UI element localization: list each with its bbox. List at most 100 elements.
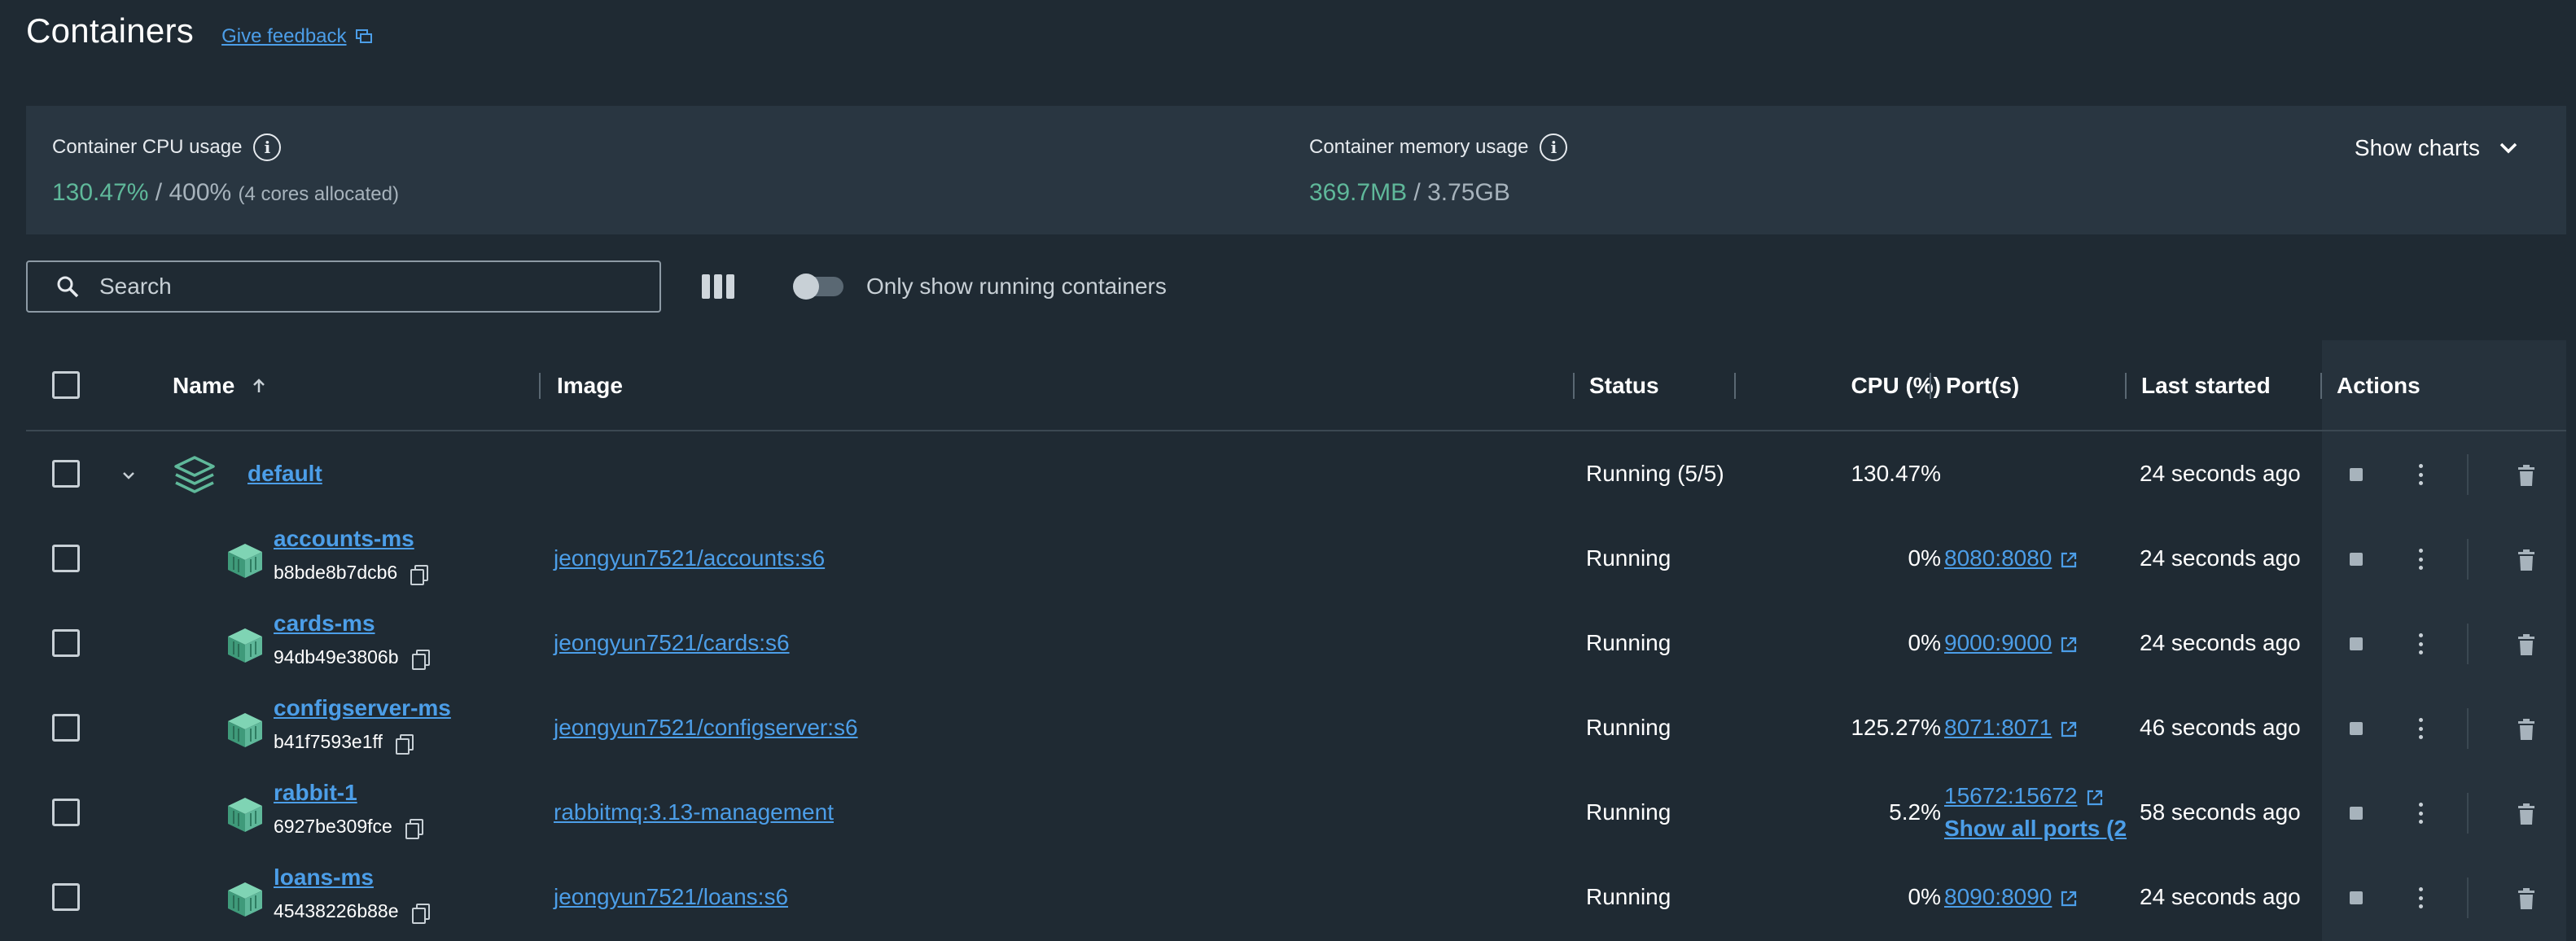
external-link-icon <box>2061 552 2077 567</box>
image-link[interactable]: jeongyun7521/configserver:s6 <box>554 715 858 741</box>
show-all-ports-link[interactable]: Show all ports (2 <box>1944 816 2148 842</box>
column-header-ports[interactable]: Port(s) <box>1946 340 2019 431</box>
memory-usage-stat: Container memory usage i 369.7MB / 3.75G… <box>1309 133 1568 207</box>
container-row[interactable]: rabbit-1 6927be309fce rabbitmq:3.13-mana… <box>26 770 2566 855</box>
running-only-label: Only show running containers <box>866 274 1167 299</box>
external-link-icon <box>2061 891 2077 906</box>
delete-icon[interactable] <box>2517 719 2535 740</box>
container-name-link[interactable]: accounts-ms <box>274 526 414 552</box>
port-link[interactable]: 8071:8071 <box>1944 715 2052 740</box>
container-cube-icon <box>228 628 262 663</box>
column-divider[interactable] <box>2125 373 2127 399</box>
container-status: Running <box>1586 884 1671 909</box>
delete-icon[interactable] <box>2517 888 2535 909</box>
column-header-cpu[interactable]: CPU (%) <box>1736 340 1941 431</box>
copy-icon[interactable] <box>411 649 430 670</box>
port-link[interactable]: 8080:8080 <box>1944 545 2052 571</box>
show-charts-button[interactable]: Show charts <box>2355 135 2521 161</box>
more-options-icon[interactable] <box>2419 549 2424 570</box>
row-checkbox[interactable] <box>52 799 80 826</box>
memory-usage-label: Container memory usage <box>1309 136 1529 158</box>
stop-icon[interactable] <box>2350 468 2363 481</box>
container-row[interactable]: accounts-ms b8bde8b7dcb6 jeongyun7521/ac… <box>26 516 2566 601</box>
port-link[interactable]: 15672:15672 <box>1944 783 2078 808</box>
image-link[interactable]: jeongyun7521/accounts:s6 <box>554 545 825 571</box>
stop-icon[interactable] <box>2350 891 2363 904</box>
row-checkbox[interactable] <box>52 883 80 911</box>
cpu-usage-current: 130.47% <box>52 179 149 206</box>
memory-info-icon[interactable]: i <box>1540 133 1568 161</box>
delete-icon[interactable] <box>2517 465 2535 486</box>
row-checkbox[interactable] <box>52 545 80 572</box>
more-options-icon[interactable] <box>2419 887 2424 908</box>
delete-icon[interactable] <box>2517 634 2535 655</box>
copy-icon[interactable] <box>405 818 423 839</box>
give-feedback-link[interactable]: Give feedback <box>221 25 372 48</box>
column-header-last-started[interactable]: Last started <box>2141 340 2271 431</box>
compose-group-row[interactable]: default Running (5/5) 130.47% 24 seconds… <box>26 431 2566 516</box>
more-options-icon[interactable] <box>2419 718 2424 739</box>
delete-icon[interactable] <box>2517 549 2535 571</box>
stop-icon[interactable] <box>2350 553 2363 566</box>
search-input[interactable] <box>99 274 620 300</box>
container-name-link[interactable]: rabbit-1 <box>274 780 357 806</box>
group-last-started: 24 seconds ago <box>2140 461 2301 486</box>
container-last-started: 24 seconds ago <box>2140 630 2301 655</box>
row-checkbox[interactable] <box>52 714 80 742</box>
container-cube-icon <box>228 544 262 578</box>
container-row[interactable]: loans-ms 45438226b88e jeongyun7521/loans… <box>26 855 2566 939</box>
cpu-info-icon[interactable]: i <box>253 133 282 161</box>
container-name-link[interactable]: configserver-ms <box>274 695 451 721</box>
action-divider <box>2467 708 2469 749</box>
stop-icon[interactable] <box>2350 637 2363 650</box>
running-only-toggle[interactable] <box>793 274 843 300</box>
container-row[interactable]: configserver-ms b41f7593e1ff jeongyun752… <box>26 685 2566 770</box>
image-link[interactable]: jeongyun7521/cards:s6 <box>554 630 790 656</box>
port-link[interactable]: 8090:8090 <box>1944 884 2052 909</box>
port-link[interactable]: 9000:9000 <box>1944 630 2052 655</box>
column-header-status[interactable]: Status <box>1589 340 1659 431</box>
container-cpu: 0% <box>1908 545 1941 571</box>
column-divider[interactable] <box>539 373 541 399</box>
copy-icon[interactable] <box>395 733 414 755</box>
copy-icon[interactable] <box>411 903 430 924</box>
container-name-link[interactable]: loans-ms <box>274 864 374 891</box>
container-name-link[interactable]: cards-ms <box>274 611 375 637</box>
more-options-icon[interactable] <box>2419 803 2424 824</box>
group-cpu: 130.47% <box>1851 461 1941 486</box>
image-link[interactable]: jeongyun7521/loans:s6 <box>554 884 788 910</box>
container-cube-icon <box>228 713 262 747</box>
cpu-cores-note: (4 cores allocated) <box>238 183 399 205</box>
column-divider[interactable] <box>1930 373 1931 399</box>
memory-usage-current: 369.7MB <box>1309 179 1408 206</box>
column-header-image[interactable]: Image <box>557 340 623 431</box>
row-checkbox[interactable] <box>52 460 80 488</box>
image-link[interactable]: rabbitmq:3.13-management <box>554 799 834 825</box>
cpu-usage-stat: Container CPU usage i 130.47% / 400% (4 … <box>52 133 399 207</box>
columns-toggle-icon[interactable] <box>702 270 734 303</box>
delete-icon[interactable] <box>2517 803 2535 825</box>
container-cpu: 5.2% <box>1889 799 1941 825</box>
stop-icon[interactable] <box>2350 807 2363 820</box>
column-divider[interactable] <box>1573 373 1575 399</box>
row-checkbox[interactable] <box>52 629 80 657</box>
container-id: b8bde8b7dcb6 <box>274 562 429 585</box>
column-divider[interactable] <box>2320 373 2322 399</box>
more-options-icon[interactable] <box>2419 633 2424 654</box>
stop-icon[interactable] <box>2350 722 2363 735</box>
container-last-started: 58 seconds ago <box>2140 799 2301 825</box>
cpu-usage-label: Container CPU usage <box>52 136 243 158</box>
stack-layers-icon <box>174 456 215 493</box>
chevron-down-icon[interactable] <box>120 467 137 484</box>
select-all-checkbox[interactable] <box>52 371 80 399</box>
container-id: b41f7593e1ff <box>274 731 414 755</box>
copy-icon[interactable] <box>410 564 429 585</box>
column-header-actions: Actions <box>2337 373 2420 398</box>
group-name-link[interactable]: default <box>248 461 322 487</box>
column-header-name[interactable]: Name <box>173 340 269 431</box>
container-row[interactable]: cards-ms 94db49e3806b jeongyun7521/cards… <box>26 601 2566 685</box>
search-box[interactable] <box>26 260 661 313</box>
port-mapping: 8080:8080 <box>1944 545 2078 571</box>
chevron-down-icon <box>2499 142 2517 154</box>
more-options-icon[interactable] <box>2419 464 2424 485</box>
